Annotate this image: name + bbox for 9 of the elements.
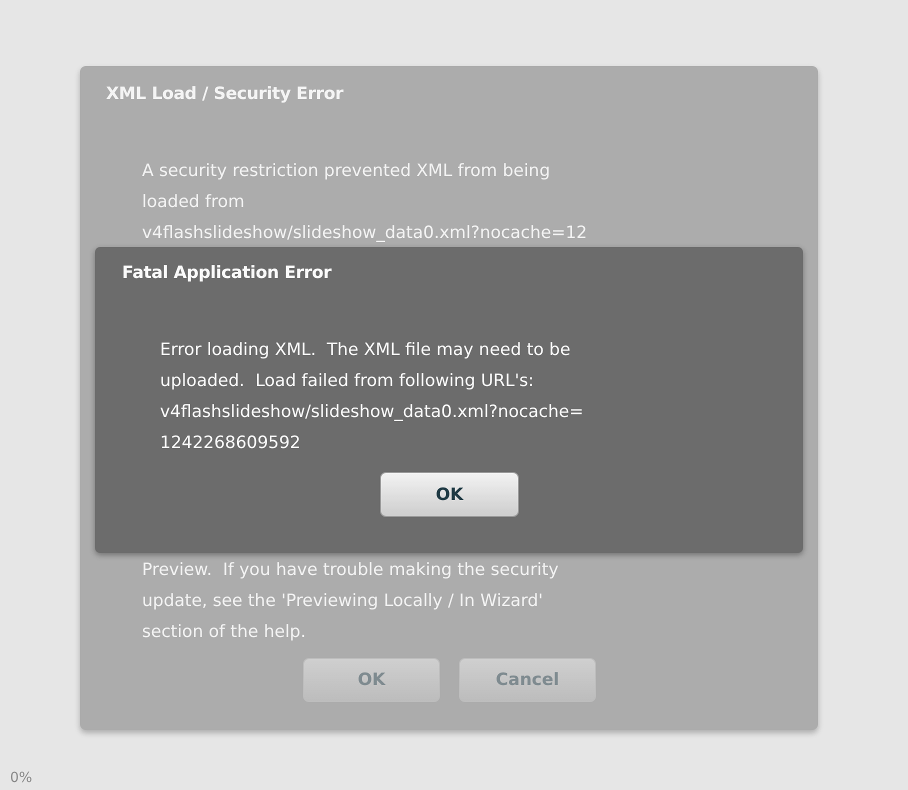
progress-label: 0% — [10, 770, 32, 786]
error-message: Error loading XML. The XML file may need to be uploaded. Load failed from following URL's: v4flashslideshow/slideshow_data0.xml?nocache= 1242268609592 — [160, 339, 584, 455]
message-text: A security restriction prevented XML from being loaded from v4flashslideshow/slideshow_data0.xml?nocache=12 — [142, 160, 588, 245]
ok-button[interactable]: OK — [303, 658, 440, 702]
ok-button[interactable]: OK — [380, 472, 519, 517]
dialog-title: XML Load / Security Error — [106, 84, 344, 104]
dialog-title: Fatal Application Error — [122, 263, 333, 283]
cancel-button[interactable]: Cancel — [459, 658, 596, 702]
message-text: Preview. If you have trouble making the security update, see the 'Previewing Locally / In Wizard' section of the help. — [142, 559, 560, 644]
